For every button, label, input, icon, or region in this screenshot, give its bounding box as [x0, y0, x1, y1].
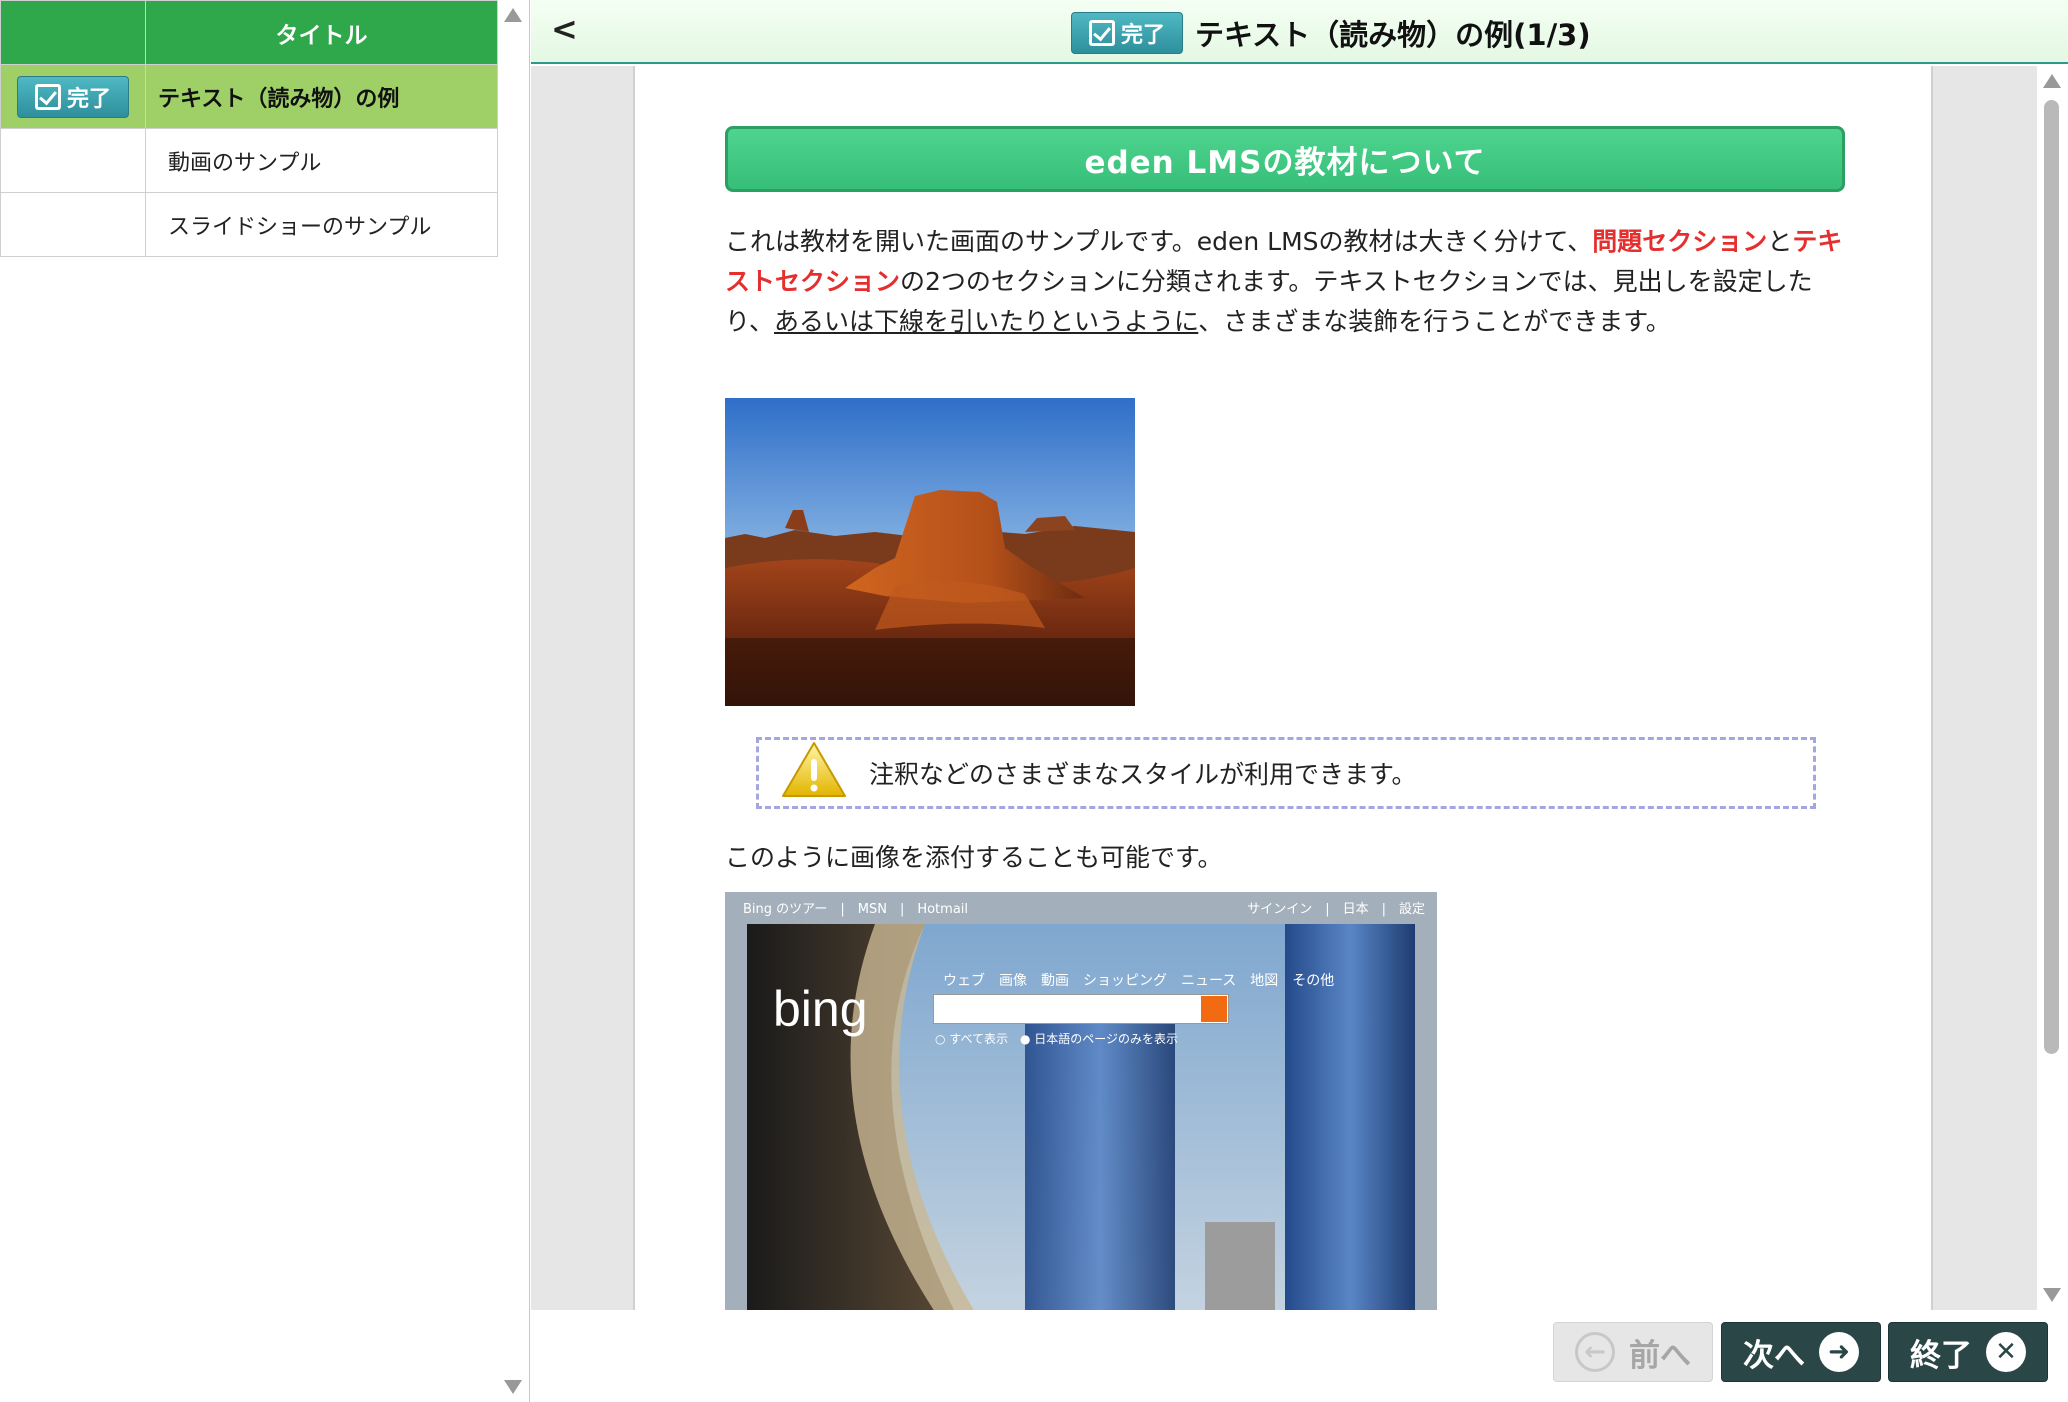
- bing-top-links: Bing のツアー | MSN | Hotmail: [743, 902, 969, 917]
- toc-header-row: タイトル: [0, 0, 498, 65]
- intro-underline: あるいは下線を引いたりというように: [774, 307, 1199, 336]
- bing-search-icon: [1201, 996, 1227, 1022]
- note-callout: 注釈などのさまざまなスタイルが利用できます。: [756, 737, 1816, 809]
- next-button[interactable]: 次へ ➜: [1721, 1322, 1881, 1382]
- intro-text: と: [1767, 227, 1793, 256]
- toc-item-video-sample[interactable]: 動画のサンプル: [0, 128, 498, 193]
- scroll-up-icon[interactable]: [2043, 74, 2061, 88]
- toc-header-status: [0, 0, 146, 65]
- content-scrollbar[interactable]: [2039, 66, 2065, 1310]
- bing-logo: bing: [773, 981, 868, 1037]
- content-viewport: eden LMSの教材について これは教材を開いた画面のサンプルです。eden …: [531, 66, 2037, 1310]
- toc-item-title[interactable]: 動画のサンプル: [145, 128, 498, 193]
- toc-header-title: タイトル: [145, 0, 498, 65]
- bing-search-input: [933, 994, 1229, 1024]
- bing-search-option: ○ すべて表示 ● 日本語のページのみを表示: [935, 1032, 1179, 1046]
- done-label: 完了: [66, 86, 111, 112]
- toc-panel: タイトル 完了 テキスト（読み物）の例 動画のサンプル スライドショーのサンプル: [0, 0, 530, 1402]
- bing-top-right-links: サインイン | 日本 | 設定: [1247, 902, 1425, 917]
- prev-button[interactable]: ← 前へ: [1553, 1322, 1713, 1382]
- toc-item-status: [0, 128, 146, 193]
- done-badge: 完了: [17, 75, 129, 118]
- scroll-down-icon[interactable]: [504, 1380, 522, 1394]
- toc-item-title[interactable]: スライドショーのサンプル: [145, 192, 498, 257]
- header-title-group: 完了 テキスト（読み物）の例(1/3): [1071, 12, 1591, 54]
- toc-item-text-example[interactable]: 完了 テキスト（読み物）の例: [0, 64, 498, 129]
- scroll-down-icon[interactable]: [2043, 1288, 2061, 1302]
- end-button[interactable]: 終了 ✕: [1888, 1322, 2048, 1382]
- bing-tabs: ウェブ 画像 動画 ショッピング ニュース 地図 その他: [943, 973, 1335, 989]
- toc-table: タイトル 完了 テキスト（読み物）の例 動画のサンプル スライドショーのサンプル: [0, 0, 498, 257]
- check-icon: [1088, 20, 1115, 46]
- callout-text: 注釈などのさまざまなスタイルが利用できます。: [869, 760, 1417, 789]
- bing-option-all: すべて表示: [949, 1032, 1008, 1046]
- nav-footer: ← 前へ 次へ ➜ 終了 ✕: [531, 1310, 2068, 1402]
- toc-item-slideshow-sample[interactable]: スライドショーのサンプル: [0, 192, 498, 257]
- arrow-left-icon: ←: [1575, 1332, 1615, 1372]
- end-label: 終了: [1910, 1337, 1972, 1374]
- bing-screenshot: Bing のツアー | MSN | Hotmail サインイン | 日本 | 設…: [725, 892, 1437, 1310]
- done-label: 完了: [1120, 23, 1165, 48]
- page-title: テキスト（読み物）の例(1/3): [1195, 18, 1591, 52]
- content-panel: < 完了 テキスト（読み物）の例(1/3) eden LMSの教材について これ…: [531, 0, 2068, 1402]
- check-icon: [34, 83, 61, 110]
- close-icon: ✕: [1986, 1332, 2026, 1372]
- intro-text: これは教材を開いた画面のサンプルです。eden LMSの教材は大きく分けて、: [725, 227, 1593, 256]
- intro-highlight: 問題セクション: [1592, 227, 1768, 256]
- desert-photo: [725, 398, 1135, 706]
- warning-icon: [781, 741, 847, 805]
- scroll-thumb[interactable]: [2044, 100, 2059, 1054]
- scroll-up-icon[interactable]: [504, 8, 522, 22]
- intro-text: 、さまざまな装飾を行うことができます。: [1198, 307, 1671, 336]
- bing-option-japanese: 日本語のページのみを表示: [1034, 1032, 1179, 1046]
- lesson-page: eden LMSの教材について これは教材を開いた画面のサンプルです。eden …: [633, 66, 1933, 1310]
- intro-paragraph: これは教材を開いた画面のサンプルです。eden LMSの教材は大きく分けて、問題…: [725, 222, 1850, 342]
- section-heading: eden LMSの教材について: [725, 126, 1845, 192]
- done-badge: 完了: [1071, 12, 1183, 54]
- toc-scrollbar[interactable]: [500, 0, 526, 1402]
- content-header: < 完了 テキスト（読み物）の例(1/3): [531, 0, 2068, 64]
- toc-item-title[interactable]: テキスト（読み物）の例: [145, 64, 498, 129]
- back-button[interactable]: <: [551, 10, 578, 48]
- toc-item-status: [0, 192, 146, 257]
- image-caption: このように画像を添付することも可能です。: [725, 843, 1223, 872]
- toc-item-status: 完了: [0, 64, 146, 129]
- prev-label: 前へ: [1629, 1337, 1691, 1374]
- arrow-right-icon: ➜: [1819, 1332, 1859, 1372]
- next-label: 次へ: [1743, 1337, 1805, 1374]
